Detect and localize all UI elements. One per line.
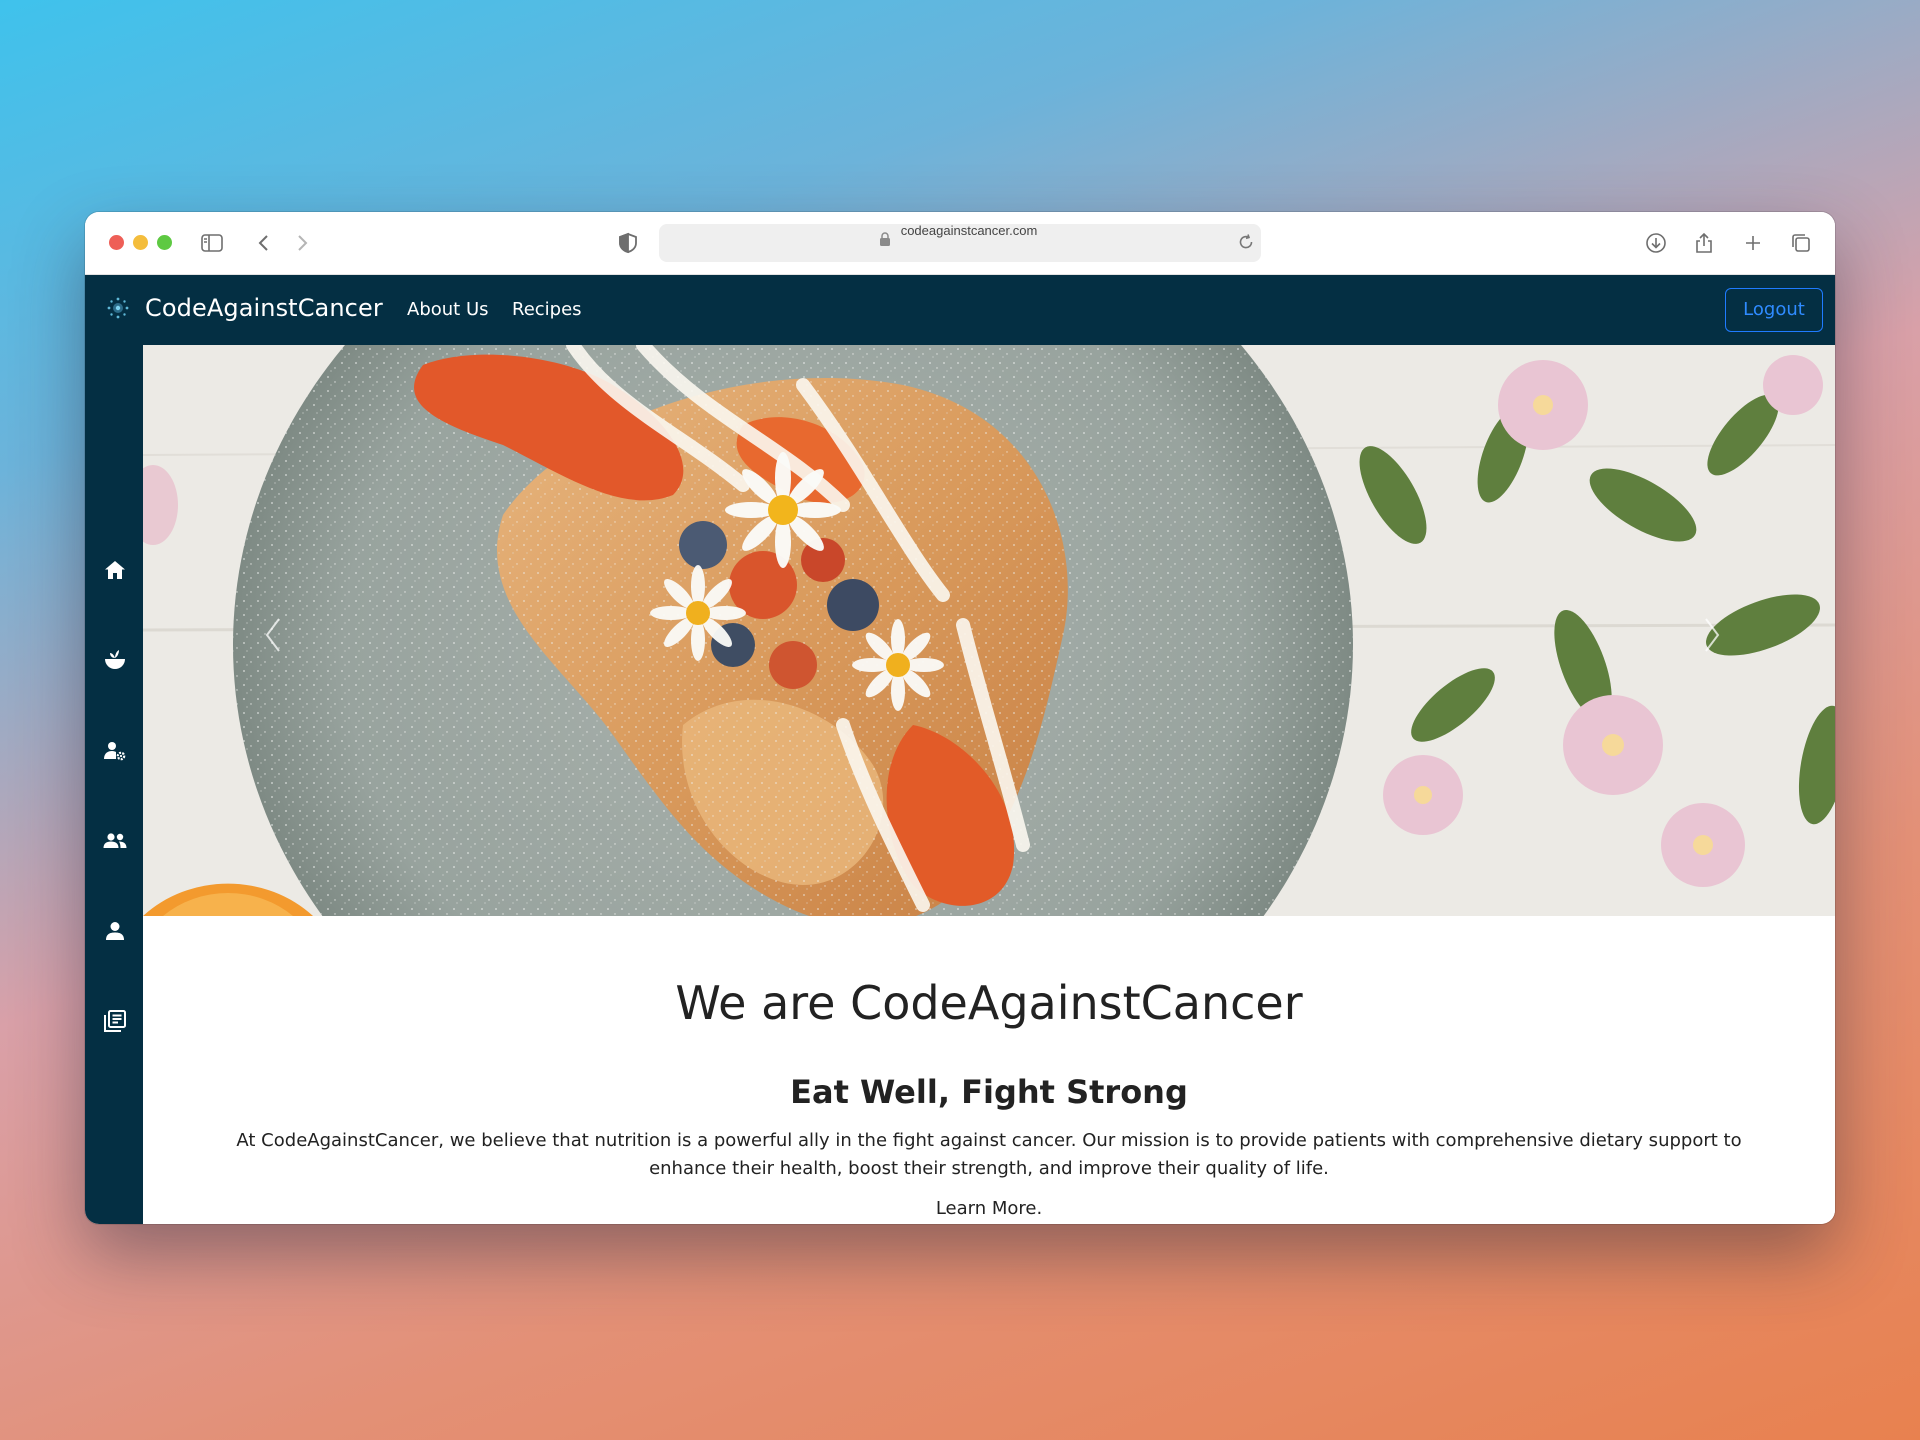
close-window-button[interactable]: [109, 235, 124, 250]
library-icon[interactable]: [102, 1008, 128, 1034]
page-headline: We are CodeAgainstCancer: [675, 976, 1303, 1030]
logo-icon[interactable]: [105, 295, 131, 321]
forward-icon[interactable]: [289, 230, 315, 256]
nav-link-recipes[interactable]: Recipes: [512, 299, 582, 320]
minimize-window-button[interactable]: [133, 235, 148, 250]
reload-icon[interactable]: [1237, 233, 1255, 251]
page-subheadline: Eat Well, Fight Strong: [790, 1073, 1188, 1111]
browser-window: codeagainstcancer.com CodeAgainstCancer …: [85, 212, 1835, 1224]
person-icon[interactable]: [102, 918, 128, 944]
sidebar: [85, 345, 143, 1224]
hero-carousel: [143, 345, 1835, 916]
new-tab-icon[interactable]: [1740, 230, 1766, 256]
learn-more-link[interactable]: Learn More.: [143, 1198, 1835, 1219]
plant-icon[interactable]: [102, 647, 128, 673]
download-icon[interactable]: [1643, 230, 1669, 256]
tabs-overview-icon[interactable]: [1788, 230, 1814, 256]
url-text: codeagainstcancer.com: [900, 223, 1038, 238]
home-icon[interactable]: [102, 557, 128, 583]
zoom-window-button[interactable]: [157, 235, 172, 250]
previous-slide-icon[interactable]: [261, 615, 285, 655]
sidebar-toggle-icon[interactable]: [199, 230, 225, 256]
logout-button[interactable]: Logout: [1725, 288, 1823, 332]
brand-name[interactable]: CodeAgainstCancer: [145, 294, 383, 322]
back-icon[interactable]: [251, 230, 277, 256]
browser-toolbar: codeagainstcancer.com: [85, 212, 1835, 275]
hero-image: [143, 345, 1835, 916]
nav-link-about-us[interactable]: About Us: [407, 299, 489, 320]
shield-icon[interactable]: [615, 230, 641, 256]
next-slide-icon[interactable]: [1700, 615, 1724, 655]
group-icon[interactable]: [102, 828, 128, 854]
main-content: We are CodeAgainstCancer Eat Well, Fight…: [143, 916, 1835, 1224]
share-icon[interactable]: [1691, 230, 1717, 256]
top-navbar: CodeAgainstCancer About Us Recipes Logou…: [85, 275, 1835, 345]
user-settings-icon[interactable]: [102, 738, 128, 764]
mission-paragraph: At CodeAgainstCancer, we believe that nu…: [236, 1130, 1742, 1179]
